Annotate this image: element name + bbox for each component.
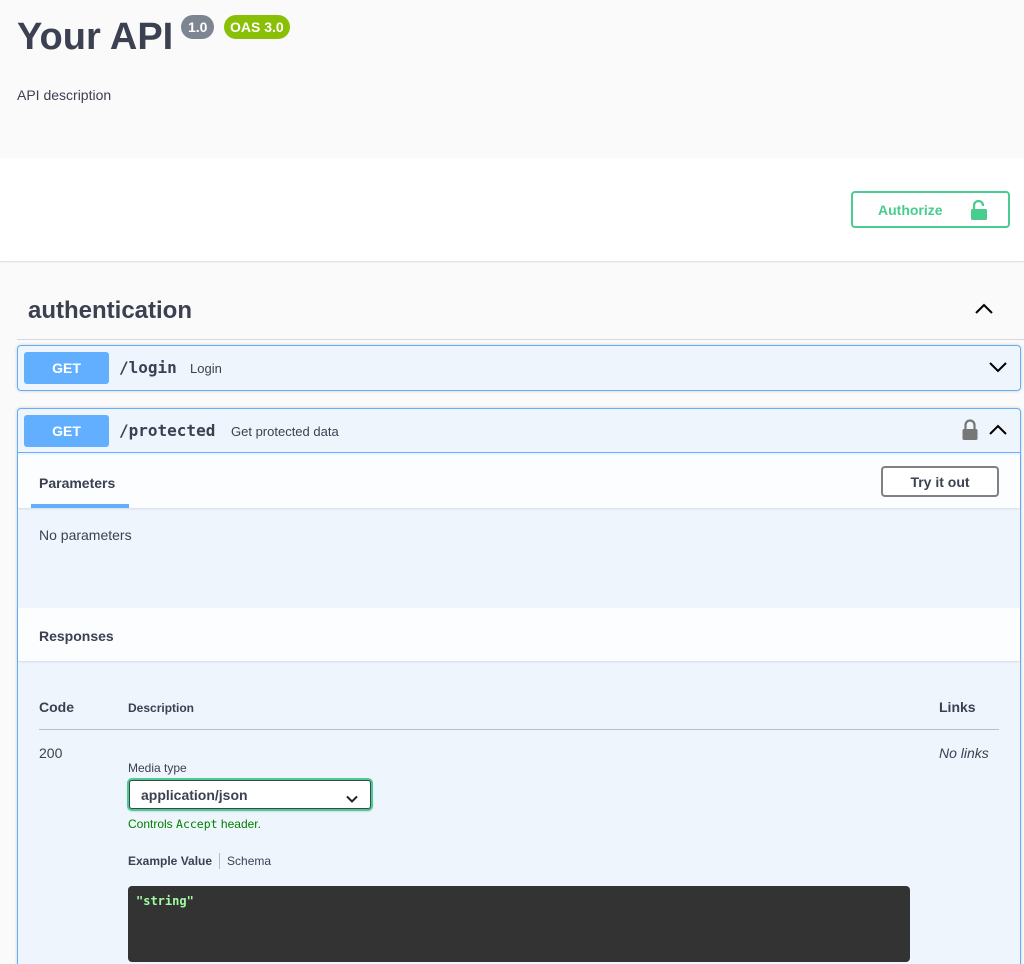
table-divider <box>39 729 999 730</box>
media-type-label: Media type <box>128 761 187 775</box>
api-description: API description <box>17 87 112 103</box>
try-it-out-button[interactable]: Try it out <box>881 466 999 497</box>
version-badge: 1.0 <box>181 15 215 39</box>
tab-separator <box>219 853 221 869</box>
api-title: Your API <box>17 16 174 58</box>
info-header: Your API 1.0 OAS 3.0 API description <box>0 0 1024 158</box>
tab-example-value[interactable]: Example Value <box>128 854 212 868</box>
operation-summary: Get protected data <box>231 424 339 439</box>
responses-header: Responses <box>18 608 1020 661</box>
example-tabs: Example Value Schema <box>128 853 271 869</box>
responses-title: Responses <box>39 628 114 644</box>
example-code-text: "string" <box>136 894 194 908</box>
opblock-summary-protected[interactable]: GET /protected Get protected data <box>18 409 1020 453</box>
no-parameters-text: No parameters <box>39 527 132 543</box>
lock-open-icon <box>970 199 988 223</box>
method-badge: GET <box>24 415 109 447</box>
column-header-description: Description <box>128 701 195 715</box>
operation-path: /login <box>119 358 177 377</box>
chevron-up-icon[interactable] <box>988 423 1008 442</box>
parameters-header: Parameters Try it out <box>18 455 1020 508</box>
authorize-button[interactable]: Authorize <box>851 191 1010 228</box>
scheme-container: Authorize <box>0 158 1024 262</box>
controls-prefix: Controls <box>128 817 173 831</box>
chevron-up-icon[interactable] <box>974 302 994 321</box>
opblock-login: GET /login Login <box>17 345 1021 391</box>
operation-summary: Login <box>190 361 222 376</box>
lock-icon[interactable] <box>962 419 978 446</box>
opblock-summary-login[interactable]: GET /login Login <box>18 346 1020 390</box>
chevron-down-icon <box>346 790 358 808</box>
opblock-protected: GET /protected Get protected data Parame… <box>17 408 1021 964</box>
example-code-block: "string" <box>128 886 910 962</box>
tab-underline <box>31 504 129 508</box>
media-type-value: application/json <box>141 787 248 803</box>
operations-area: authentication GET /login Login GET /pro… <box>0 263 1024 964</box>
response-code: 200 <box>39 745 63 761</box>
tag-section-header[interactable]: authentication <box>17 284 1024 340</box>
response-links: No links <box>939 745 989 761</box>
controls-accept-note: Controls Accept header. <box>128 817 261 831</box>
tab-parameters[interactable]: Parameters <box>39 475 115 491</box>
authorize-label: Authorize <box>878 201 943 218</box>
method-badge: GET <box>24 352 109 384</box>
controls-suffix: header. <box>220 817 261 831</box>
oas-badge: OAS 3.0 <box>224 15 290 39</box>
tab-schema[interactable]: Schema <box>227 854 271 868</box>
column-header-code: Code <box>39 699 74 715</box>
media-type-select[interactable]: application/json <box>127 778 373 811</box>
operation-path: /protected <box>119 421 216 440</box>
controls-code: Accept <box>176 817 218 831</box>
chevron-down-icon[interactable] <box>988 360 1008 379</box>
tag-name: authentication <box>28 297 193 324</box>
column-header-links: Links <box>939 699 976 715</box>
